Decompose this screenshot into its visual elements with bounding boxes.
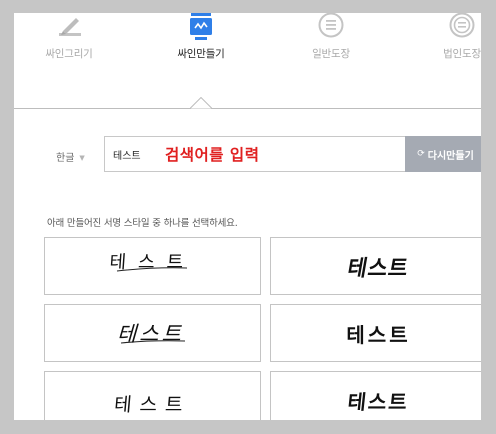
signature-text: 테스트 <box>108 252 196 273</box>
signature-text: 테스트 <box>346 390 411 414</box>
signature-text: 테스트 <box>113 394 192 416</box>
tab-label: 싸인만들기 <box>177 48 225 60</box>
tab-draw-signature[interactable]: 싸인그리기 <box>14 13 124 83</box>
language-select[interactable]: 한글 ▼ <box>56 149 85 164</box>
regenerate-button[interactable]: ⟳ 다시만들기 <box>405 136 481 172</box>
chevron-down-icon: ▼ <box>79 154 85 162</box>
pen-draw-icon <box>59 18 81 36</box>
refresh-icon: ⟳ <box>417 149 425 159</box>
tab-label: 법인도장 <box>443 48 481 60</box>
language-selected: 한글 <box>56 153 75 164</box>
signature-option-2[interactable]: 테스트 <box>270 237 481 295</box>
regenerate-label: 다시만들기 <box>427 150 474 162</box>
tab-corporate-stamp[interactable]: 법인도장 <box>407 13 481 83</box>
signature-option-6[interactable]: 테스트 <box>270 371 481 420</box>
tab-label: 일반도장 <box>312 48 350 60</box>
signature-text: 테스트 <box>346 323 411 347</box>
signature-option-5[interactable]: 테스트 <box>44 371 261 420</box>
active-tab-pointer <box>190 97 212 109</box>
search-annotation: 검색어를 입력 <box>165 146 260 164</box>
signature-option-1[interactable]: 테스트 <box>44 237 261 295</box>
tab-general-stamp[interactable]: 일반도장 <box>276 13 386 83</box>
signature-text: 테스트 <box>345 255 412 281</box>
tab-bar: 싸인그리기 싸인만들기 일반도장 법인도장 <box>14 13 481 109</box>
signature-dialog: 싸인그리기 싸인만들기 일반도장 법인도장 한글 ▼ 테스트 검색어를 입력 ⟳… <box>14 13 481 420</box>
signature-option-4[interactable]: 테스트 <box>270 304 481 362</box>
tab-make-signature[interactable]: 싸인만들기 <box>146 13 256 83</box>
round-stamp-icon <box>318 13 344 38</box>
signature-option-3[interactable]: 테스트 <box>44 304 261 362</box>
tab-label: 싸인그리기 <box>45 48 93 60</box>
search-box: 검색어를 입력 ⟳ 다시만들기 <box>104 136 481 172</box>
tab-divider <box>14 108 481 109</box>
signature-monitor-icon <box>190 13 212 40</box>
selection-hint: 아래 만들어진 서명 스타일 중 하나를 선택하세요. <box>47 218 238 229</box>
signature-text: 테스트 <box>115 322 190 346</box>
corporate-stamp-icon <box>449 13 475 38</box>
signature-text-input[interactable] <box>113 146 163 162</box>
